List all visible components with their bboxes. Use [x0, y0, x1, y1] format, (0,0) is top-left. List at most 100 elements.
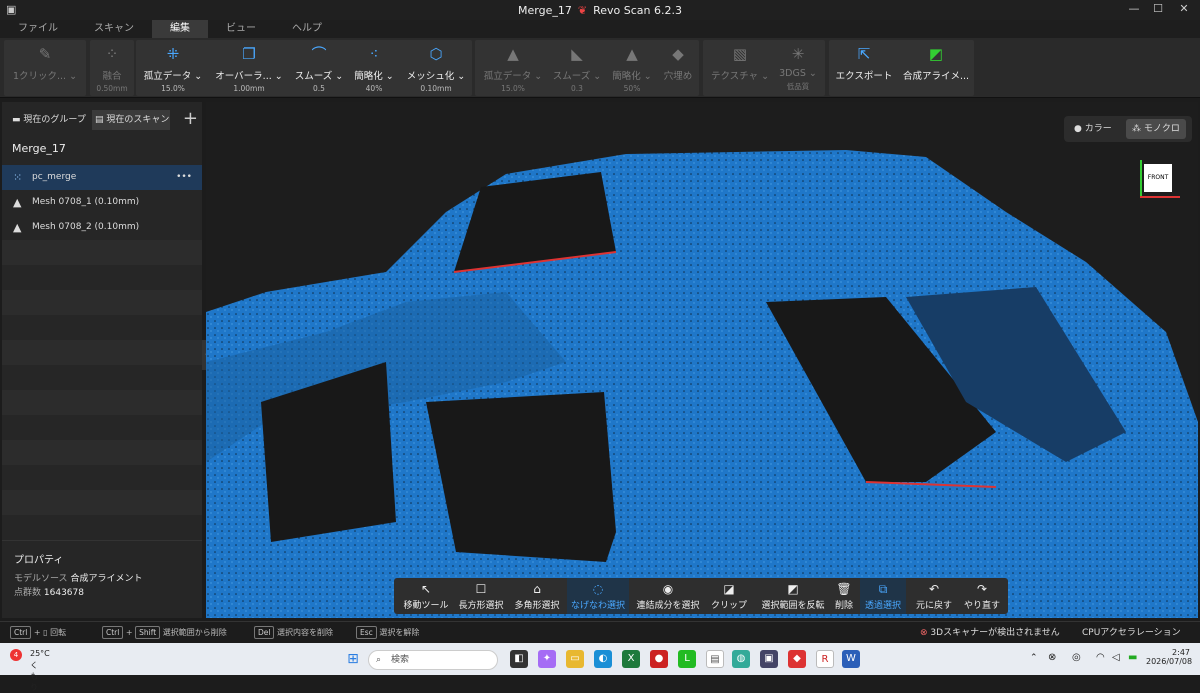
mesh-isolated-button[interactable]: ▲ 孤立データ ⌄ 15.0%	[480, 40, 546, 96]
menu-file[interactable]: ファイル	[0, 20, 76, 38]
wifi-icon[interactable]: ◠	[1096, 652, 1105, 663]
revo-logo-icon: ❦	[577, 3, 588, 17]
overlap-button[interactable]: ❐ オーバーラ... ⌄ 1.00mm	[212, 40, 286, 96]
document-icon[interactable]: ▤	[706, 650, 724, 668]
redo-button[interactable]: ↷ やり直す	[960, 578, 1004, 614]
x-axis	[1140, 196, 1180, 198]
polygon-icon: ⌂	[533, 582, 541, 596]
windows-start-icon[interactable]: ⊞	[344, 650, 362, 668]
meshing-button[interactable]: ⬡ メッシュ化 ⌄ 0.10mm	[404, 40, 468, 96]
mono-mode-button[interactable]: ⁂ モノクロ	[1126, 119, 1186, 139]
app-icon[interactable]: ◆	[788, 650, 806, 668]
list-item[interactable]: ⁙ pc_merge •••	[2, 165, 202, 190]
menu-help[interactable]: ヘルプ	[274, 20, 340, 38]
volume-icon[interactable]: ◁	[1112, 652, 1120, 663]
maximize-icon[interactable]: ☐	[1146, 2, 1170, 18]
hint-rotate: Ctrl + ▯ 回転	[10, 626, 66, 639]
task-view-icon[interactable]: ◧	[510, 650, 528, 668]
rect-select-button[interactable]: ☐ 長方形選択	[456, 578, 506, 614]
scanner-warning: ⊗ 3Dスキャナーが検出されません	[920, 628, 1060, 638]
tray-icon[interactable]: ◎	[1072, 652, 1081, 663]
point-count: 点群数 1643678	[14, 588, 84, 598]
one-click-button[interactable]: ✎ 1クリック... ⌄	[8, 40, 82, 96]
edge-icon[interactable]: ◐	[594, 650, 612, 668]
tray-chevron-icon[interactable]: ⌃	[1030, 653, 1038, 663]
menu-view[interactable]: ビュー	[208, 20, 274, 38]
panel-tabs: ▬ 現在のグループ ▤ 現在のスキャン +	[2, 108, 202, 132]
delete-button[interactable]: 🗑 削除	[830, 578, 858, 614]
connected-select-button[interactable]: ◉ 連結成分を選択	[632, 578, 704, 614]
smooth-button[interactable]: ⌒ スムーズ ⌄ 0.5	[292, 40, 346, 96]
toolbar: ✎ 1クリック... ⌄ ⁘ 融合 0.50mm ⁜ 孤立データ ⌄ 15.0% ❐ オーバ…	[0, 38, 1200, 98]
list-item-label: Mesh 0708_2 (0.10mm)	[32, 222, 140, 232]
isolated-data-button[interactable]: ⁜ 孤立データ ⌄ 15.0%	[140, 40, 206, 96]
3dgs-icon: ✳	[791, 45, 805, 63]
color-mode-button[interactable]: ● カラー	[1068, 119, 1118, 139]
mesh-simplify-button[interactable]: ▲ 簡略化 ⌄ 50%	[608, 40, 656, 96]
undo-button[interactable]: ↶ 元に戻す	[912, 578, 956, 614]
polygon-select-button[interactable]: ⌂ 多角形選択	[510, 578, 564, 614]
move-tool-button[interactable]: ↖ 移動ツール	[398, 578, 454, 614]
empty-row	[2, 390, 202, 415]
menu-edit[interactable]: 編集	[152, 20, 208, 38]
simplify-button[interactable]: ⁖ 簡略化 ⌄ 40%	[350, 40, 398, 96]
taskbar-search[interactable]: ⌕ 検索	[368, 650, 498, 670]
view-cube-face[interactable]: FRONT	[1144, 164, 1172, 192]
revo-scan-icon[interactable]: R	[816, 650, 834, 668]
list-item[interactable]: ▲ Mesh 0708_2 (0.10mm)	[2, 215, 202, 240]
hint-delete: Del 選択内容を削除	[254, 626, 333, 639]
texture-button[interactable]: ▧ テクスチャ ⌄	[708, 40, 772, 96]
selection-toolbar: ↖ 移動ツール ☐ 長方形選択 ⌂ 多角形選択 ◌ なげなわ選択 ◉ 連結成分を選択 ◪ ク…	[394, 578, 1008, 614]
line-icon[interactable]: L	[678, 650, 696, 668]
properties-title: プロパティ	[14, 555, 64, 566]
empty-row	[2, 340, 202, 365]
clip-button[interactable]: ◪ クリップ	[706, 578, 752, 614]
minimize-icon[interactable]: —	[1122, 2, 1146, 18]
fusion-button[interactable]: ⁘ 融合 0.50mm	[92, 40, 132, 96]
view-cube[interactable]: FRONT	[1136, 158, 1180, 198]
file-explorer-icon[interactable]: ▭	[566, 650, 584, 668]
isolated-data-icon: ⁜	[166, 45, 180, 63]
hint-clear: Esc 選択を解除	[356, 626, 419, 639]
export-icon: ⇱	[857, 45, 871, 63]
globe-icon[interactable]: ◍	[732, 650, 750, 668]
invert-selection-button[interactable]: ◩ 選択範囲を反転	[758, 578, 828, 614]
hint-deselect: Ctrl + Shift 選択範囲から削除	[102, 626, 227, 639]
composite-align-button[interactable]: ◩ 合成アライメ...	[900, 40, 972, 96]
more-icon[interactable]: •••	[176, 165, 192, 190]
invert-icon: ◩	[787, 582, 799, 596]
copilot-icon[interactable]: ✦	[538, 650, 556, 668]
tab-current-group[interactable]: ▬ 現在のグループ	[12, 110, 86, 130]
app-icon[interactable]: ▣	[760, 650, 778, 668]
close-icon[interactable]: ✕	[1172, 2, 1196, 18]
3d-viewport[interactable]: ● カラー ⁂ モノクロ FRONT	[206, 102, 1198, 618]
3dgs-button[interactable]: ✳ 3DGS ⌄ 低品質	[776, 40, 820, 96]
window-title: Merge_17 ❦ Revo Scan 6.2.3	[518, 4, 682, 17]
align-icon: ◩	[928, 45, 944, 63]
save-icon[interactable]: ▣	[6, 3, 16, 16]
battery-icon[interactable]: ▬	[1128, 652, 1137, 663]
export-button[interactable]: ⇱ エクスポート	[832, 40, 896, 96]
simplify-icon: ⁖	[369, 45, 379, 63]
lasso-select-button[interactable]: ◌ なげなわ選択	[567, 578, 629, 614]
app-name: Revo Scan 6.2.3	[593, 3, 682, 17]
tray-icon[interactable]: ⊗	[1048, 652, 1056, 663]
transparent-select-button[interactable]: ⧉ 透過選択	[860, 578, 906, 614]
menu-scan[interactable]: スキャン	[76, 20, 152, 38]
tab-current-scan[interactable]: ▤ 現在のスキャン	[92, 110, 170, 130]
point-cloud-icon: ⁙	[13, 171, 23, 184]
texture-icon: ▧	[732, 45, 748, 63]
list-item[interactable]: ▲ Mesh 0708_1 (0.10mm)	[2, 190, 202, 215]
app-icon[interactable]: ●	[650, 650, 668, 668]
word-icon[interactable]: W	[842, 650, 860, 668]
fill-holes-button[interactable]: ◆ 穴埋め	[660, 40, 696, 96]
excel-icon[interactable]: X	[622, 650, 640, 668]
add-icon[interactable]: +	[183, 108, 198, 129]
clock[interactable]: 2:47 2026/07/08	[1146, 648, 1192, 666]
mesh-smooth-button[interactable]: ◣ スムーズ ⌄ 0.3	[550, 40, 604, 96]
title-bar: ▣ Merge_17 ❦ Revo Scan 6.2.3 — ☐ ✕	[0, 0, 1200, 20]
lasso-icon: ◌	[592, 582, 604, 596]
list-item-label: pc_merge	[32, 172, 77, 182]
color-mode-icon: ●	[1074, 124, 1082, 134]
fill-holes-icon: ◆	[672, 45, 684, 63]
